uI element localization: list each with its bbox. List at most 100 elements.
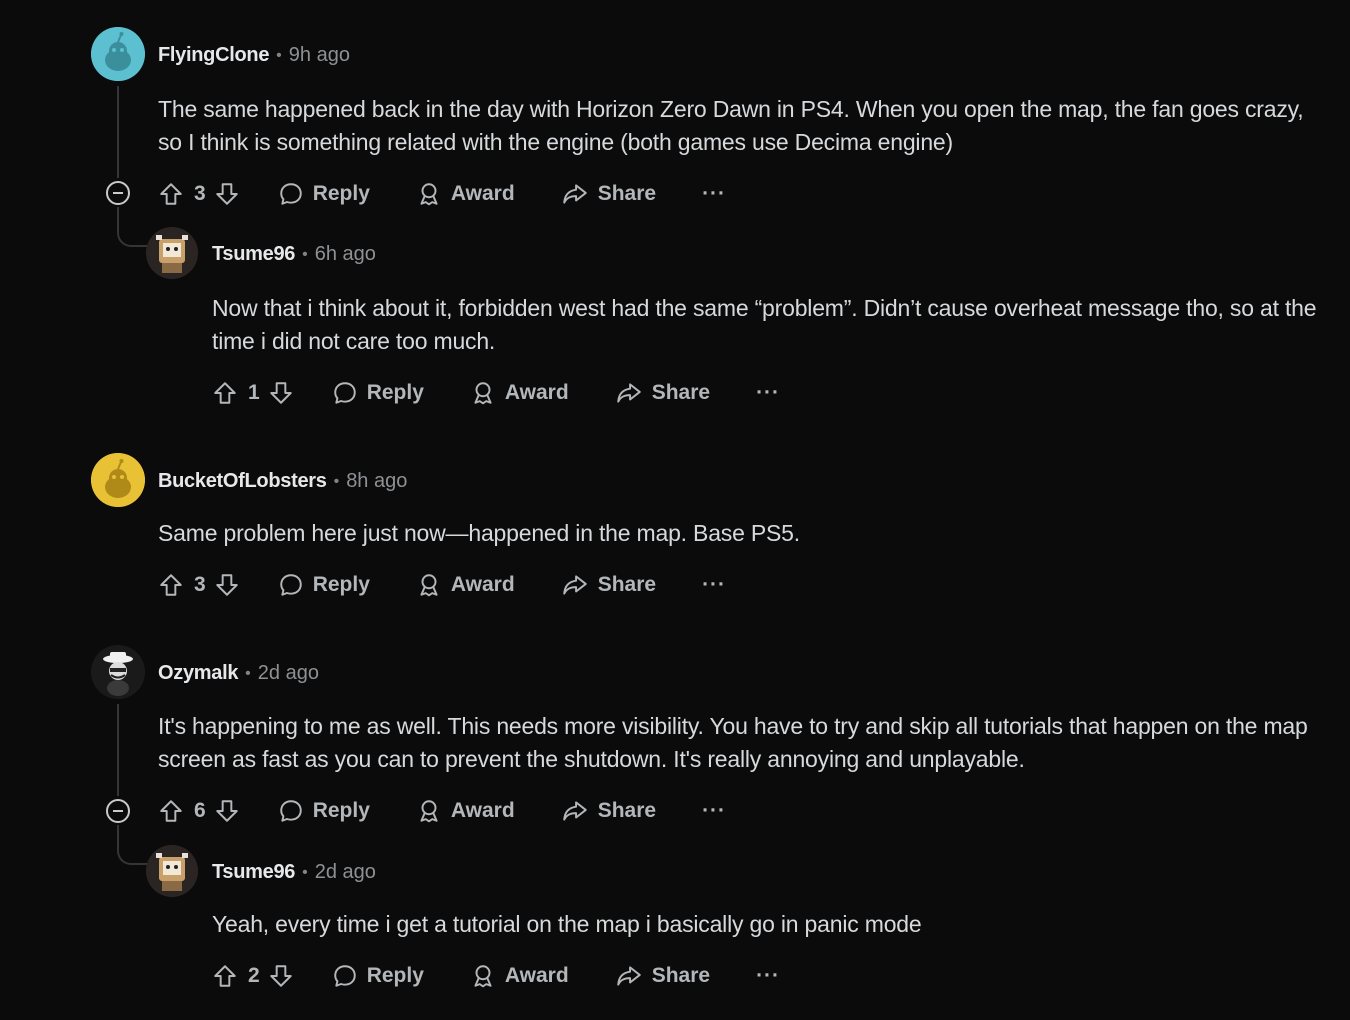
vote-count: 3	[194, 573, 206, 596]
award-button[interactable]: Award	[416, 181, 515, 207]
reply-button[interactable]: Reply	[278, 572, 370, 598]
timestamp[interactable]: 2d ago	[258, 662, 319, 685]
comment-meta: Tsume96 • 2d ago	[212, 861, 376, 884]
downvote-icon[interactable]	[268, 963, 294, 989]
share-icon	[615, 380, 643, 406]
timestamp[interactable]: 2d ago	[315, 861, 376, 884]
award-label: Award	[450, 799, 515, 822]
comment-meta: FlyingClone • 9h ago	[158, 44, 350, 67]
share-label: Share	[597, 799, 657, 822]
award-icon	[416, 181, 442, 207]
collapse-thread-icon[interactable]	[106, 799, 130, 823]
comment-actions: 1 Reply Award Share ···	[212, 375, 780, 411]
share-button[interactable]: Share	[615, 963, 710, 989]
username[interactable]: Ozymalk	[158, 662, 238, 685]
username[interactable]: FlyingClone	[158, 44, 269, 67]
more-options-icon[interactable]: ···	[702, 799, 726, 823]
vote-count: 2	[248, 964, 260, 987]
upvote-icon[interactable]	[158, 181, 184, 207]
award-icon	[470, 380, 496, 406]
share-button[interactable]: Share	[561, 572, 656, 598]
downvote-icon[interactable]	[214, 798, 240, 824]
downvote-icon[interactable]	[214, 572, 240, 598]
avatar-ozymalk[interactable]	[91, 645, 145, 699]
comment-thread: FlyingClone • 9h ago The same happened b…	[0, 0, 1350, 1020]
comment-body: The same happened back in the day with H…	[158, 96, 1304, 155]
comment-meta: Ozymalk • 2d ago	[158, 662, 319, 685]
avatar-flyingclone[interactable]	[91, 27, 145, 81]
share-icon	[561, 181, 589, 207]
award-icon	[416, 798, 442, 824]
thread-connector	[117, 207, 147, 247]
timestamp[interactable]: 9h ago	[289, 44, 350, 67]
meta-separator: •	[276, 46, 282, 64]
downvote-icon[interactable]	[214, 181, 240, 207]
collapse-thread-icon[interactable]	[106, 181, 130, 205]
reply-bubble-icon	[332, 380, 358, 406]
avatar-tsume96[interactable]	[146, 227, 198, 279]
username[interactable]: Tsume96	[212, 861, 295, 884]
award-button[interactable]: Award	[470, 380, 569, 406]
comment-meta: BucketOfLobsters • 8h ago	[158, 470, 407, 493]
comment-actions: 3 Reply Award Share ···	[158, 176, 726, 212]
more-options-icon[interactable]: ···	[702, 182, 726, 206]
reply-label: Reply	[366, 964, 424, 987]
timestamp[interactable]: 8h ago	[346, 470, 407, 493]
award-label: Award	[450, 182, 515, 205]
avatar-bucketoflobsters[interactable]	[91, 453, 145, 507]
award-button[interactable]: Award	[470, 963, 569, 989]
comment-body: Now that i think about it, forbidden wes…	[212, 295, 1317, 354]
avatar-tsume96[interactable]	[146, 845, 198, 897]
award-icon	[470, 963, 496, 989]
upvote-icon[interactable]	[158, 572, 184, 598]
comment-actions: 2 Reply Award Share ···	[212, 958, 780, 994]
upvote-icon[interactable]	[212, 963, 238, 989]
comment-meta: Tsume96 • 6h ago	[212, 243, 376, 266]
share-button[interactable]: Share	[561, 181, 656, 207]
reply-bubble-icon	[278, 798, 304, 824]
reply-bubble-icon	[278, 181, 304, 207]
reply-label: Reply	[312, 799, 370, 822]
award-button[interactable]: Award	[416, 572, 515, 598]
more-options-icon[interactable]: ···	[702, 573, 726, 597]
reply-button[interactable]: Reply	[278, 798, 370, 824]
share-icon	[561, 572, 589, 598]
reply-button[interactable]: Reply	[332, 963, 424, 989]
award-icon	[416, 572, 442, 598]
reply-button[interactable]: Reply	[332, 380, 424, 406]
share-icon	[615, 963, 643, 989]
reply-bubble-icon	[278, 572, 304, 598]
reply-label: Reply	[312, 182, 370, 205]
vote-count: 3	[194, 182, 206, 205]
share-icon	[561, 798, 589, 824]
more-options-icon[interactable]: ···	[756, 964, 780, 988]
username[interactable]: Tsume96	[212, 243, 295, 266]
comment-body: Yeah, every time i get a tutorial on the…	[212, 911, 922, 937]
award-label: Award	[450, 573, 515, 596]
share-label: Share	[651, 381, 711, 404]
reply-button[interactable]: Reply	[278, 181, 370, 207]
reply-label: Reply	[312, 573, 370, 596]
downvote-icon[interactable]	[268, 380, 294, 406]
timestamp[interactable]: 6h ago	[315, 243, 376, 266]
thread-line[interactable]	[117, 86, 119, 178]
vote-count: 6	[194, 799, 206, 822]
thread-line[interactable]	[117, 704, 119, 796]
comment-body: Same problem here just now—happened in t…	[158, 520, 800, 546]
share-button[interactable]: Share	[561, 798, 656, 824]
thread-connector	[117, 825, 147, 865]
more-options-icon[interactable]: ···	[756, 381, 780, 405]
meta-separator: •	[245, 664, 251, 682]
meta-separator: •	[302, 245, 308, 263]
comment-actions: 3 Reply Award Share ···	[158, 567, 726, 603]
username[interactable]: BucketOfLobsters	[158, 470, 327, 493]
reply-label: Reply	[366, 381, 424, 404]
share-button[interactable]: Share	[615, 380, 710, 406]
vote-count: 1	[248, 381, 260, 404]
award-button[interactable]: Award	[416, 798, 515, 824]
upvote-icon[interactable]	[212, 380, 238, 406]
comment-body: It's happening to me as well. This needs…	[158, 713, 1308, 772]
comment-actions: 6 Reply Award Share ···	[158, 793, 726, 829]
upvote-icon[interactable]	[158, 798, 184, 824]
share-label: Share	[597, 182, 657, 205]
